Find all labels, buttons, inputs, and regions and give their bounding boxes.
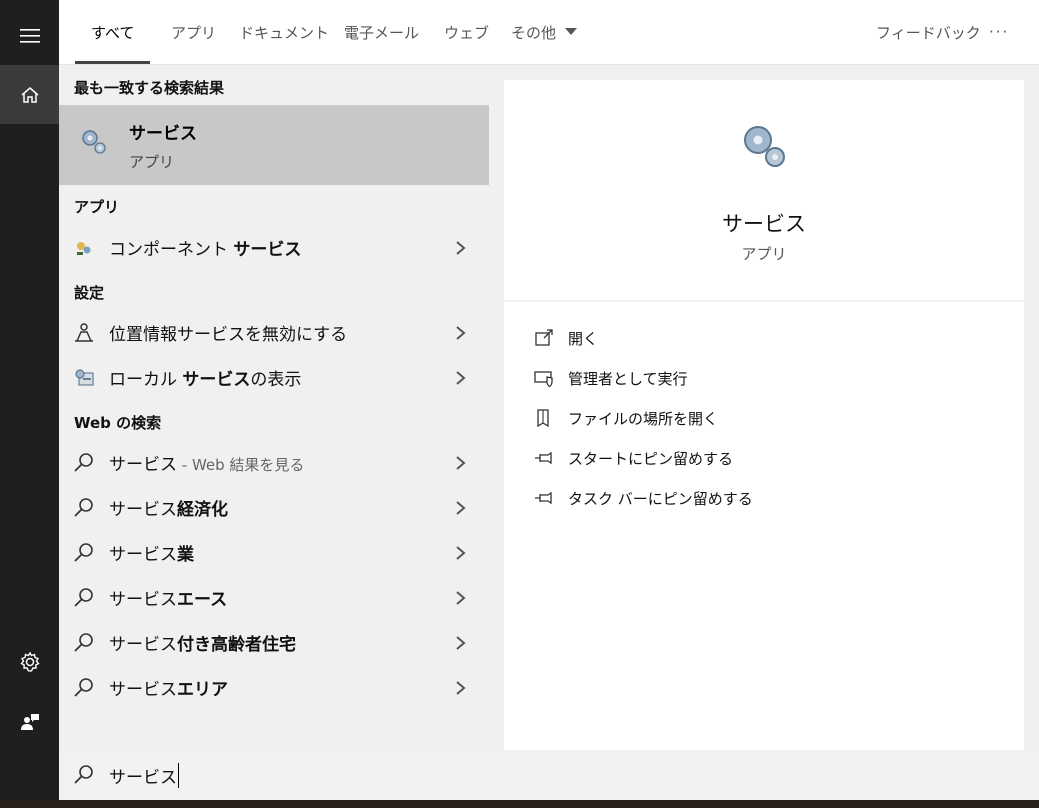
actions-list: 開く 管理者として実行 ファイルの場所を開く スタートにピン留めする タスク バ… — [504, 302, 1024, 750]
action-open-file-location[interactable]: ファイルの場所を開く — [534, 404, 718, 432]
chevron-right-icon[interactable] — [455, 591, 467, 605]
pin-icon — [535, 491, 552, 505]
section-apps: アプリ — [74, 198, 120, 216]
app-result-item[interactable]: コンポーネント サービス — [59, 225, 489, 270]
detail-pane: サービス アプリ 開く 管理者として実行 ファイルの場所を開く スタートにピン留… — [504, 80, 1024, 750]
web-result-item[interactable]: サービス付き高齢者住宅 — [59, 620, 489, 665]
section-web: Web の検索 — [74, 414, 162, 432]
user-feedback-icon — [20, 713, 39, 730]
chevron-right-icon[interactable] — [455, 371, 467, 385]
detail-type: アプリ — [741, 245, 787, 263]
action-run-as-admin[interactable]: 管理者として実行 — [534, 364, 688, 392]
web-result-label: サービス付き高齢者住宅 — [109, 635, 296, 655]
caret-down-icon — [565, 28, 578, 35]
home-button[interactable] — [0, 65, 59, 124]
chevron-right-icon[interactable] — [455, 456, 467, 470]
action-pin-to-taskbar[interactable]: タスク バーにピン留めする — [534, 484, 753, 512]
file-location-icon — [537, 409, 549, 428]
search-icon — [74, 633, 93, 652]
tab-apps[interactable]: アプリ — [171, 0, 216, 64]
search-box[interactable]: サービス — [59, 750, 1039, 800]
search-input[interactable]: サービス — [109, 763, 179, 788]
menu-button[interactable] — [0, 6, 59, 65]
local-services-icon — [75, 369, 94, 386]
chevron-right-icon[interactable] — [455, 241, 467, 255]
web-result-item[interactable]: サービスエリア — [59, 665, 489, 710]
web-result-item[interactable]: サービスエース — [59, 575, 489, 620]
home-icon — [21, 86, 38, 103]
results-list: 最も一致する検索結果 サービス アプリ アプリ コンポーネント サービス 設定 — [59, 65, 489, 750]
tab-all[interactable]: すべて — [74, 0, 151, 64]
more-options-button[interactable]: ··· — [989, 0, 1009, 64]
action-open[interactable]: 開く — [534, 324, 598, 352]
services-gear-icon — [82, 130, 106, 154]
feedback-hub-button[interactable] — [0, 692, 59, 751]
feedback-link[interactable]: フィードバック — [876, 0, 981, 64]
chevron-right-icon[interactable] — [455, 501, 467, 515]
app-result-label: コンポーネント サービス — [109, 240, 302, 260]
setting-result-item[interactable]: ローカル サービスの表示 — [59, 355, 489, 400]
tab-bar: すべて アプリ ドキュメント 電子メール ウェブ その他 フィードバック ··· — [59, 0, 1039, 65]
search-panel: すべて アプリ ドキュメント 電子メール ウェブ その他 フィードバック ···… — [59, 0, 1039, 800]
chevron-right-icon[interactable] — [455, 681, 467, 695]
open-icon — [535, 329, 553, 346]
best-match-type: アプリ — [129, 153, 175, 171]
chevron-right-icon[interactable] — [455, 546, 467, 560]
hamburger-icon — [19, 28, 40, 43]
gear-icon — [19, 651, 40, 672]
component-services-icon — [77, 242, 91, 255]
setting-result-item[interactable]: 位置情報サービスを無効にする — [59, 310, 489, 355]
web-result-label: サービスエース — [109, 590, 228, 610]
web-result-label: サービス経済化 — [109, 500, 228, 520]
search-icon — [74, 588, 93, 607]
web-result-item[interactable]: サービス経済化 — [59, 485, 489, 530]
search-icon — [74, 678, 93, 697]
tab-email[interactable]: 電子メール — [344, 0, 419, 64]
settings-button[interactable] — [0, 632, 59, 691]
tab-web[interactable]: ウェブ — [444, 0, 489, 64]
detail-card: サービス アプリ — [504, 80, 1024, 300]
web-result-label: サービス - Web 結果を見る — [109, 455, 305, 475]
section-best-match: 最も一致する検索結果 — [74, 79, 225, 97]
best-match-title: サービス — [129, 124, 197, 144]
search-icon — [74, 543, 93, 562]
section-settings: 設定 — [74, 284, 105, 302]
services-gear-icon — [744, 126, 785, 167]
web-result-item[interactable]: サービス - Web 結果を見る — [59, 440, 489, 485]
chevron-right-icon[interactable] — [455, 326, 467, 340]
web-result-label: サービスエリア — [109, 680, 228, 700]
pin-icon — [535, 451, 552, 465]
setting-result-label: 位置情報サービスを無効にする — [109, 325, 348, 345]
detail-title: サービス — [722, 212, 806, 236]
best-match-item[interactable]: サービス アプリ — [59, 105, 489, 185]
web-result-item[interactable]: サービス業 — [59, 530, 489, 575]
search-icon — [74, 765, 93, 784]
tab-more[interactable]: その他 — [511, 0, 578, 64]
tab-documents[interactable]: ドキュメント — [239, 0, 329, 64]
shield-icon — [534, 371, 553, 388]
chevron-right-icon[interactable] — [455, 636, 467, 650]
search-icon — [74, 453, 93, 472]
location-person-icon — [75, 323, 93, 342]
search-icon — [74, 498, 93, 517]
taskbar-strip — [0, 800, 1039, 808]
setting-result-label: ローカル サービスの表示 — [109, 370, 302, 390]
start-sidebar — [0, 0, 59, 800]
web-result-label: サービス業 — [109, 545, 194, 565]
action-pin-to-start[interactable]: スタートにピン留めする — [534, 444, 733, 472]
